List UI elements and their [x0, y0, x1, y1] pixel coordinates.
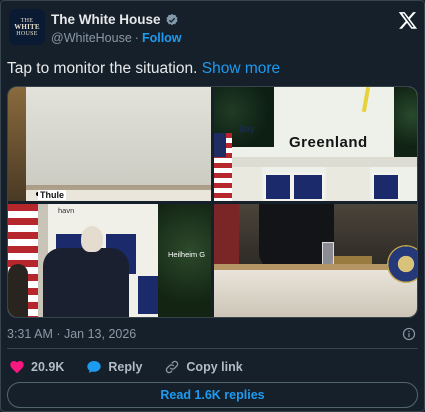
wall-panel: [8, 87, 26, 201]
curtain: [326, 167, 370, 201]
map-label-greenland: Greenland: [289, 134, 368, 151]
window-sill: [232, 157, 417, 167]
display-name[interactable]: The White House: [51, 12, 161, 27]
read-replies-label: Read 1.6K replies: [160, 388, 265, 402]
media-image-4[interactable]: [214, 204, 417, 317]
map-label-bay: Bay: [239, 124, 255, 134]
handle[interactable]: @WhiteHouse: [51, 31, 132, 45]
like-button[interactable]: 20.9K: [9, 359, 64, 375]
curtain: [232, 167, 262, 201]
window-pane: [264, 173, 292, 201]
author-name-row: The White House: [51, 12, 179, 27]
avatar[interactable]: THE WHITE HOUSE: [9, 9, 45, 45]
read-replies-button[interactable]: Read 1.6K replies: [7, 382, 418, 408]
media-image-1[interactable]: Thule: [8, 87, 211, 201]
presidential-seal: [387, 245, 417, 283]
person: [43, 248, 129, 317]
person: [8, 264, 28, 317]
show-more-link[interactable]: Show more: [202, 60, 280, 77]
avatar-text-line: WHITE: [14, 22, 40, 31]
resolute-desk: [214, 270, 417, 317]
divider: [7, 348, 418, 349]
heart-icon: [10, 361, 24, 374]
tweet-body: Tap to monitor the situation.: [7, 60, 198, 77]
yellow-line: [361, 87, 371, 113]
map-label: havn: [58, 206, 75, 215]
water-glass: [322, 242, 334, 266]
timestamp[interactable]: 3:31 AM · Jan 13, 2026: [7, 327, 136, 341]
copy-link-button[interactable]: Copy link: [164, 359, 243, 375]
window-pane: [292, 173, 324, 201]
christmas-tree: [158, 204, 211, 317]
copy-link-label: Copy link: [186, 360, 243, 374]
us-flag-canton: [214, 133, 226, 157]
map-label-thule: Thule: [38, 190, 66, 200]
display-screen: [26, 87, 211, 185]
media-image-2[interactable]: Bay Greenland: [214, 87, 417, 201]
window-pane: [372, 173, 400, 201]
info-icon[interactable]: [402, 327, 416, 341]
action-bar: 20.9K Reply Copy link: [9, 359, 265, 375]
reply-button[interactable]: Reply: [86, 359, 142, 375]
verified-badge-icon: [165, 13, 178, 25]
separator-dot: ·: [134, 31, 139, 45]
link-icon: [166, 360, 179, 374]
reply-label: Reply: [108, 360, 143, 374]
avatar-text-line: HOUSE: [16, 30, 38, 37]
map-label: Heilheim G: [168, 250, 206, 259]
follow-button[interactable]: Follow: [142, 31, 182, 45]
speech-bubble-icon: [87, 361, 102, 373]
handle-row: @WhiteHouse · Follow: [51, 31, 182, 45]
person-head: [81, 226, 103, 252]
tweet-text: Tap to monitor the situation. Show more: [7, 60, 280, 78]
tweet-embed-card: THE WHITE HOUSE The White House @WhiteHo…: [0, 0, 425, 412]
x-logo-icon[interactable]: [398, 10, 418, 30]
curtain: [214, 204, 239, 270]
media-grid: Thule Bay Greenland havn Heilheim G: [7, 86, 418, 318]
like-count: 20.9K: [31, 360, 65, 374]
media-image-3[interactable]: havn Heilheim G: [8, 204, 211, 317]
christmas-tree: [394, 87, 417, 157]
